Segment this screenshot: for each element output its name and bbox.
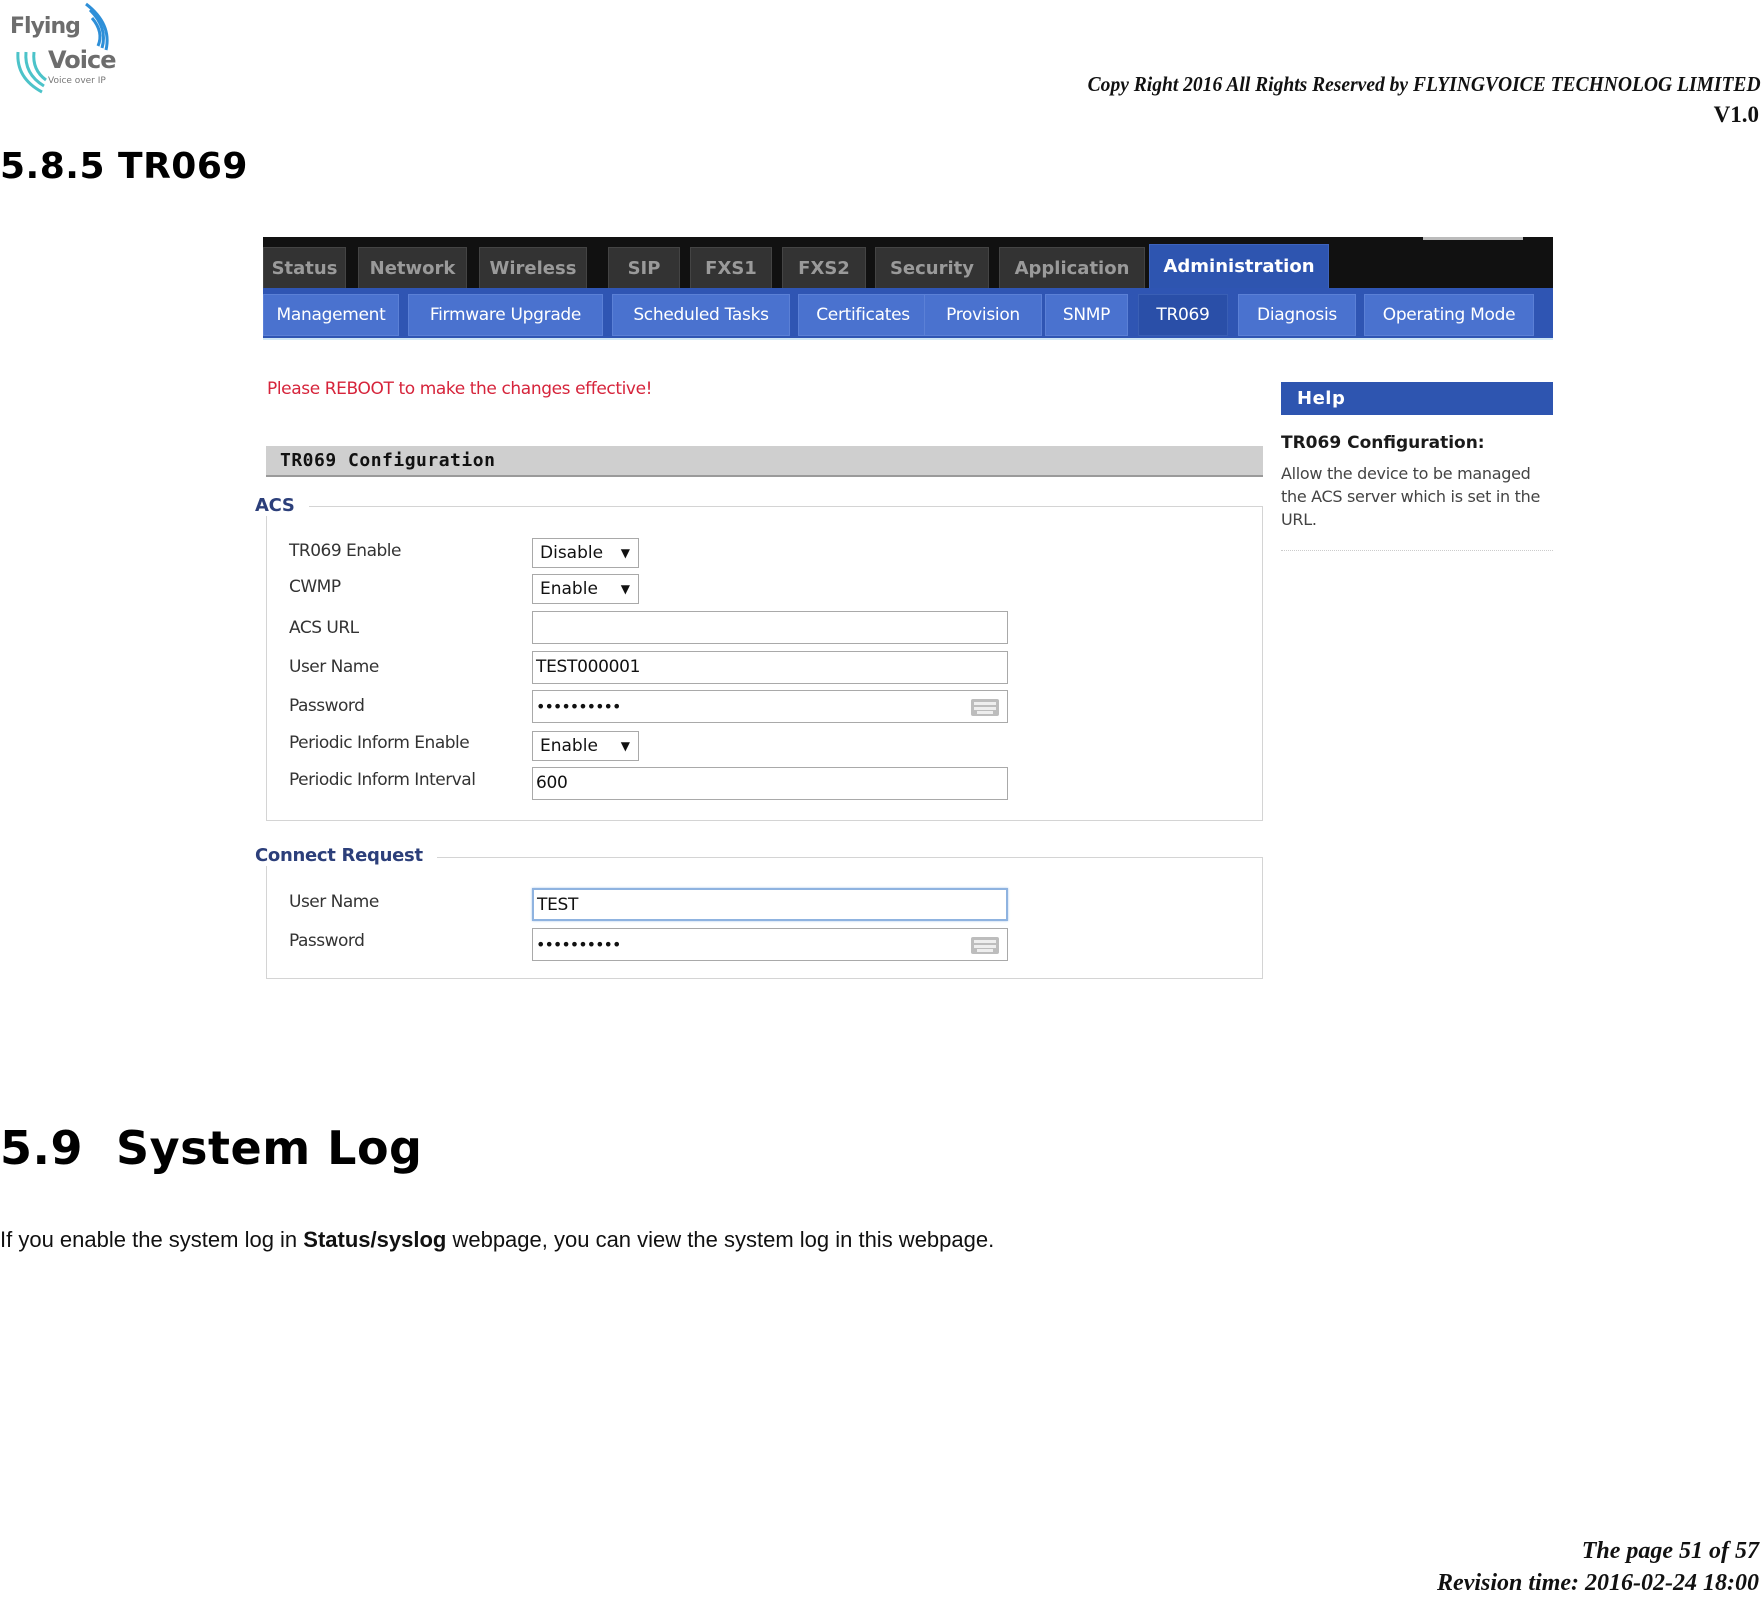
help-divider [1281, 550, 1553, 551]
tr069-enable-value: Disable [540, 543, 604, 563]
tab-status[interactable]: Status [263, 247, 346, 288]
config-section-header: TR069 Configuration [266, 446, 1263, 477]
acs-fieldset: TR069 Enable Disable ▼ CWMP Enable ▼ ACS… [266, 506, 1263, 821]
revision-time: Revision time: 2016-02-24 18:00 [1437, 1570, 1759, 1596]
paragraph-bold-path: Status/syslog [303, 1227, 447, 1252]
dropdown-arrow-icon: ▼ [620, 582, 630, 596]
acs-user-name-input[interactable]: TEST000001 [532, 651, 1008, 684]
section-heading-tr069: 5.8.5 TR069 [0, 146, 248, 187]
periodic-inform-enable-select[interactable]: Enable ▼ [532, 731, 639, 761]
copyright-notice: Copy Right 2016 All Rights Reserved by F… [1088, 72, 1761, 96]
top-stub [1423, 237, 1523, 240]
acs-url-label: ACS URL [289, 618, 359, 638]
tr069-enable-label: TR069 Enable [289, 541, 401, 561]
connect-request-fieldset: User Name TEST Password •••••••••• [266, 857, 1263, 979]
tab-fxs1[interactable]: FXS1 [690, 247, 772, 288]
subtab-tr069[interactable]: TR069 [1138, 294, 1228, 336]
subtab-snmp[interactable]: SNMP [1045, 294, 1128, 336]
cwmp-select[interactable]: Enable ▼ [532, 574, 639, 604]
periodic-inform-interval-label: Periodic Inform Interval [289, 770, 476, 790]
main-tab-bar: Status Network Wireless SIP FXS1 FXS2 Se… [263, 237, 1553, 288]
subtab-scheduled-tasks[interactable]: Scheduled Tasks [612, 294, 790, 336]
cwmp-label: CWMP [289, 577, 341, 597]
acs-url-input[interactable] [532, 611, 1008, 644]
tab-sip[interactable]: SIP [608, 247, 680, 288]
system-log-paragraph: If you enable the system log in Status/s… [0, 1227, 994, 1253]
cr-user-name-input[interactable]: TEST [532, 888, 1008, 921]
paragraph-text-after: webpage, you can view the system log in … [446, 1227, 995, 1252]
cwmp-value: Enable [540, 579, 598, 599]
cr-password-mask: •••••••••• [536, 935, 621, 954]
periodic-inform-enable-label: Periodic Inform Enable [289, 733, 470, 753]
tab-wireless[interactable]: Wireless [479, 247, 587, 288]
logo-line1: Flying [10, 14, 81, 39]
cr-user-name-label: User Name [289, 892, 379, 912]
dropdown-arrow-icon: ▼ [620, 546, 630, 560]
logo-tagline: Voice over IP [48, 76, 106, 86]
subtab-firmware-upgrade[interactable]: Firmware Upgrade [408, 294, 603, 336]
tr069-enable-select[interactable]: Disable ▼ [532, 538, 639, 568]
connect-request-legend: Connect Request [255, 845, 437, 866]
subtab-management[interactable]: Management [263, 294, 399, 336]
periodic-inform-interval-input[interactable]: 600 [532, 767, 1008, 800]
help-header: Help [1281, 382, 1553, 415]
tab-network[interactable]: Network [358, 247, 467, 288]
periodic-inform-enable-value: Enable [540, 736, 598, 756]
acs-password-input[interactable]: •••••••••• [532, 690, 1008, 723]
subtab-diagnosis[interactable]: Diagnosis [1238, 294, 1356, 336]
tab-application[interactable]: Application [999, 247, 1145, 288]
keyboard-icon[interactable] [971, 937, 999, 954]
acs-password-mask: •••••••••• [536, 697, 621, 716]
document-version: V1.0 [1713, 102, 1759, 127]
keyboard-icon[interactable] [971, 699, 999, 716]
reboot-notice: Please REBOOT to make the changes effect… [267, 379, 653, 399]
subtab-provision[interactable]: Provision [924, 294, 1042, 336]
subtab-certificates[interactable]: Certificates [798, 294, 928, 336]
help-body: Allow the device to be managed the ACS s… [1281, 464, 1540, 529]
acs-legend: ACS [255, 495, 309, 516]
tab-fxs2[interactable]: FXS2 [782, 247, 866, 288]
paragraph-text-before: If you enable the system log in [0, 1227, 304, 1252]
logo-line2: Voice [48, 46, 116, 74]
section-heading-system-log: 5.9 System Log [0, 1121, 423, 1175]
cr-password-label: Password [289, 931, 365, 951]
tab-security[interactable]: Security [875, 247, 989, 288]
acs-password-label: Password [289, 696, 365, 716]
sub-tab-bar: Management Firmware Upgrade Scheduled Ta… [263, 288, 1553, 340]
flyingvoice-logo: Flying Voice Voice over IP [8, 2, 120, 96]
help-title: TR069 Configuration: [1281, 433, 1485, 453]
cr-password-input[interactable]: •••••••••• [532, 928, 1008, 961]
tab-administration[interactable]: Administration [1149, 244, 1329, 288]
subtab-operating-mode[interactable]: Operating Mode [1364, 294, 1534, 336]
dropdown-arrow-icon: ▼ [620, 739, 630, 753]
page-number: The page 51 of 57 [1581, 1538, 1759, 1564]
tr069-settings-screenshot: Status Network Wireless SIP FXS1 FXS2 Se… [255, 237, 1553, 987]
acs-user-name-label: User Name [289, 657, 379, 677]
